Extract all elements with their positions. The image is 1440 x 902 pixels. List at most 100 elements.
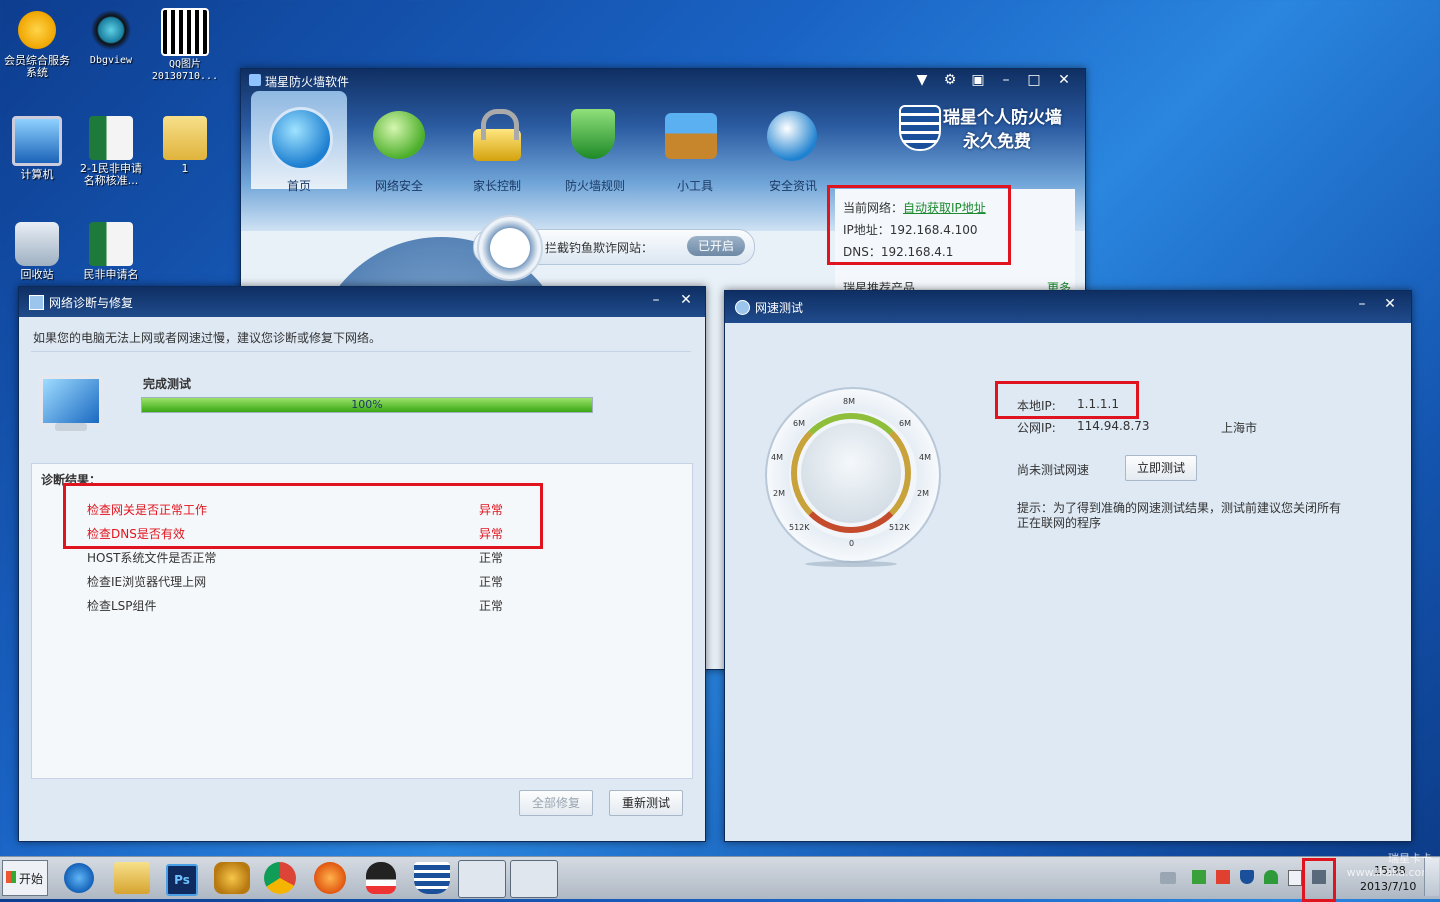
gauge-label-512k-right: 512K [889, 523, 910, 532]
computer-icon [12, 116, 62, 166]
qr-code-icon [161, 8, 209, 56]
phishing-status-toggle[interactable]: 已开启 [687, 236, 745, 256]
speedtest-window: 网速测试 – ✕ 8M 6M 6M 4M 4M 2M 2M 512K 512K … [724, 290, 1412, 842]
qq-icon[interactable] [366, 862, 396, 894]
start-button[interactable]: 开始 [2, 860, 48, 896]
gauge-label-2m-left: 2M [773, 489, 785, 498]
speedtest-app-icon [735, 300, 750, 315]
public-ip-value: 114.94.8.73 [1077, 419, 1150, 433]
desktop-icon-member-system[interactable]: 会员综合服务系统 [2, 8, 72, 79]
tray-umbrella-icon[interactable] [1264, 870, 1278, 884]
brand-line-1: 瑞星个人防火墙 [943, 108, 1062, 128]
gauge-label-4m-left: 4M [771, 453, 783, 462]
diagnosis-window: 网络诊断与修复 – ✕ 如果您的电脑无法上网或者网速过慢，建议您诊断或修复下网络… [18, 286, 706, 842]
desktop-icon-excel-file-2[interactable]: 民非申请名 [76, 222, 146, 281]
phishing-label: 拦截钓鱼欺诈网站： [545, 241, 654, 255]
diagnosis-hint: 如果您的电脑无法上网或者网速过慢，建议您诊断或修复下网络。 [33, 331, 382, 345]
minimize-button[interactable]: – [993, 69, 1019, 91]
skin-button[interactable]: ▼ [909, 69, 935, 91]
desktop-icon-dbgview[interactable]: Dbgview [76, 8, 146, 67]
firewall-app-icon [249, 74, 261, 86]
tray-shield-icon[interactable] [1240, 870, 1254, 884]
monitor-stand [55, 423, 87, 431]
public-ip-label: 公网IP: [1017, 421, 1056, 435]
tab-home-label: 首页 [286, 179, 311, 193]
explorer-folder-icon[interactable] [114, 862, 150, 894]
gear-toolbox-icon [665, 113, 717, 159]
hint-divider [31, 351, 691, 352]
result-row-lsp: 检查LSP组件 正常 [87, 599, 504, 613]
ip-location: 上海市 [1221, 421, 1258, 435]
brand-line-2: 永久免费 [963, 132, 1031, 152]
desktop-icon-excel-file[interactable]: 2-1民非申请名称核准... [76, 116, 146, 187]
result-row-host: HOST系统文件是否正常 正常 [87, 551, 504, 565]
maximize-button[interactable]: □ [1021, 69, 1047, 91]
globe-icon [767, 111, 817, 161]
firewall-lion-icon[interactable] [214, 862, 250, 894]
chrome-icon[interactable] [264, 862, 296, 894]
keyboard-icon[interactable] [1160, 872, 1176, 884]
network-security-icon [373, 111, 425, 159]
speedtest-taskbar-button[interactable] [510, 860, 558, 898]
gauge-label-512k-left: 512K [789, 523, 810, 532]
windows-logo-icon [6, 871, 16, 883]
speedtest-titlebar: 网速测试 – ✕ [725, 291, 1411, 323]
menu-button[interactable]: ▣ [965, 69, 991, 91]
photoshop-icon[interactable]: Ps [166, 864, 198, 896]
speedtest-title: 网速测试 [755, 301, 804, 315]
orange-app-icon[interactable] [314, 862, 346, 894]
diagnosis-taskbar-button[interactable] [458, 860, 506, 898]
tray-icon-1[interactable] [1192, 870, 1206, 884]
settings-gear-icon[interactable]: ⚙ [937, 69, 963, 91]
start-label: 开始 [19, 872, 44, 886]
retest-button[interactable]: 重新测试 [609, 790, 683, 816]
diagnosis-title: 网络诊断与修复 [49, 296, 134, 310]
tab-tools-label: 小工具 [676, 179, 713, 193]
rising-firewall-taskbar-icon[interactable] [414, 862, 450, 894]
gauge-label-0: 0 [849, 539, 855, 548]
speedtest-minimize-button[interactable]: – [1349, 293, 1375, 315]
home-upload-icon [15, 8, 59, 52]
diagnosis-status: 完成测试 [143, 377, 192, 391]
desktop-icon-recycle-bin[interactable]: 回收站 [2, 222, 72, 281]
ie-icon[interactable] [64, 863, 94, 893]
clock-date[interactable]: 2013/7/10 [1360, 880, 1416, 893]
desktop-icon-computer[interactable]: 计算机 [2, 116, 72, 181]
folder-icon [163, 116, 207, 160]
diagnosis-close-button[interactable]: ✕ [673, 289, 699, 311]
fish-icon [477, 215, 543, 281]
firewall-title: 瑞星防火墙软件 [265, 75, 350, 89]
diagnosis-titlebar: 网络诊断与修复 – ✕ [19, 287, 705, 317]
speedtest-tip: 提示：为了得到准确的网速测试结果，测试前建议您关闭所有正在联网的程序 [1017, 501, 1342, 530]
desktop-icon-folder[interactable]: 1 [150, 116, 220, 175]
watermark: 瑞星卡卡 www.ikaka.com [1346, 852, 1432, 879]
tab-network-security-label: 网络安全 [374, 179, 423, 193]
progress-track: 100% [141, 397, 593, 413]
home-icon [269, 107, 333, 171]
close-button[interactable]: ✕ [1051, 69, 1077, 91]
speed-status: 尚未测试网速 [1017, 463, 1090, 477]
monitor-icon [39, 375, 103, 427]
tray-flag-icon[interactable] [1288, 870, 1302, 886]
shield-icon [571, 109, 615, 159]
gauge-label-4m-right: 4M [919, 453, 931, 462]
bug-icon [89, 8, 133, 52]
diagnosis-minimize-button[interactable]: – [643, 289, 669, 311]
gauge-label-6m-left: 6M [793, 419, 805, 428]
tray-icon-2[interactable] [1216, 870, 1230, 884]
diagnosis-app-icon [29, 295, 44, 310]
repair-all-button[interactable]: 全部修复 [519, 790, 593, 816]
desktop-icon-qq-image[interactable]: QQ图片20130710... [150, 8, 220, 83]
excel-file-icon [89, 222, 133, 266]
network-info-highlight [827, 185, 1011, 265]
tab-firewall-rules-label: 防火墙规则 [564, 179, 625, 193]
result-row-ie-proxy: 检查IE浏览器代理上网 正常 [87, 575, 504, 589]
test-now-button[interactable]: 立即测试 [1125, 455, 1197, 481]
excel-file-icon [89, 116, 133, 160]
local-ip-highlight [995, 381, 1139, 419]
speedtest-close-button[interactable]: ✕ [1377, 293, 1403, 315]
tab-security-news-label: 安全资讯 [768, 179, 817, 193]
gauge-label-8m: 8M [843, 397, 855, 406]
progress-text: 100% [351, 398, 383, 411]
show-desktop-button[interactable] [1424, 858, 1439, 896]
